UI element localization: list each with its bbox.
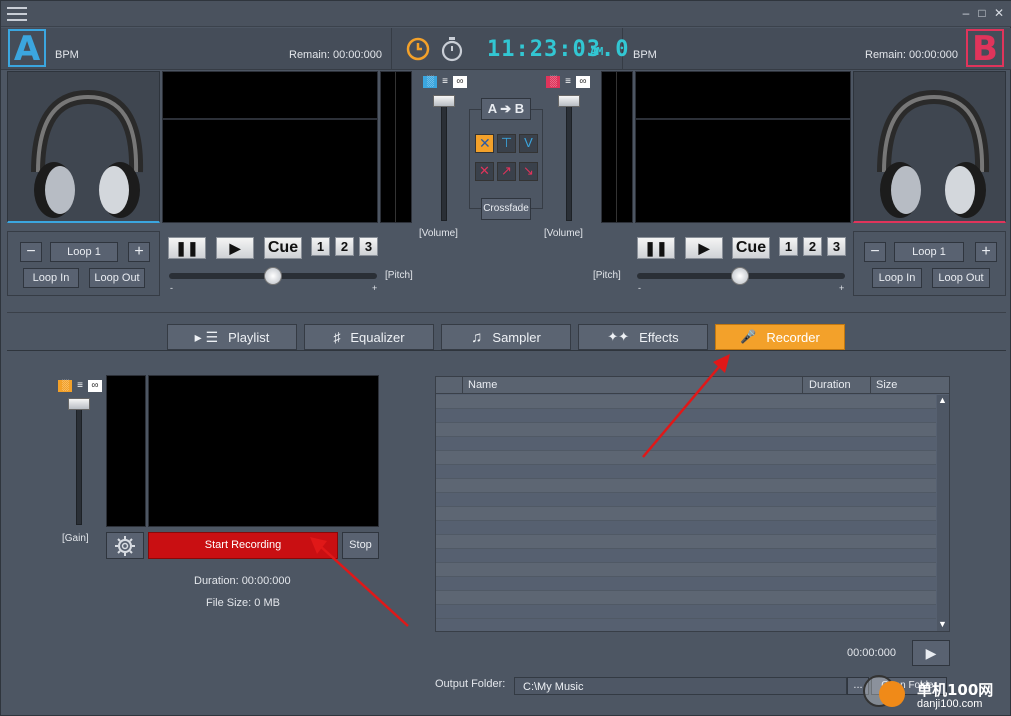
annotation-arrows: [310, 354, 730, 627]
watermark-url: danji100.com: [917, 698, 983, 710]
arrow-line: [642, 360, 725, 458]
watermark-title: 单机100网: [917, 681, 994, 699]
arrow-line: [318, 544, 409, 627]
watermark-logo-accent: [879, 681, 905, 707]
